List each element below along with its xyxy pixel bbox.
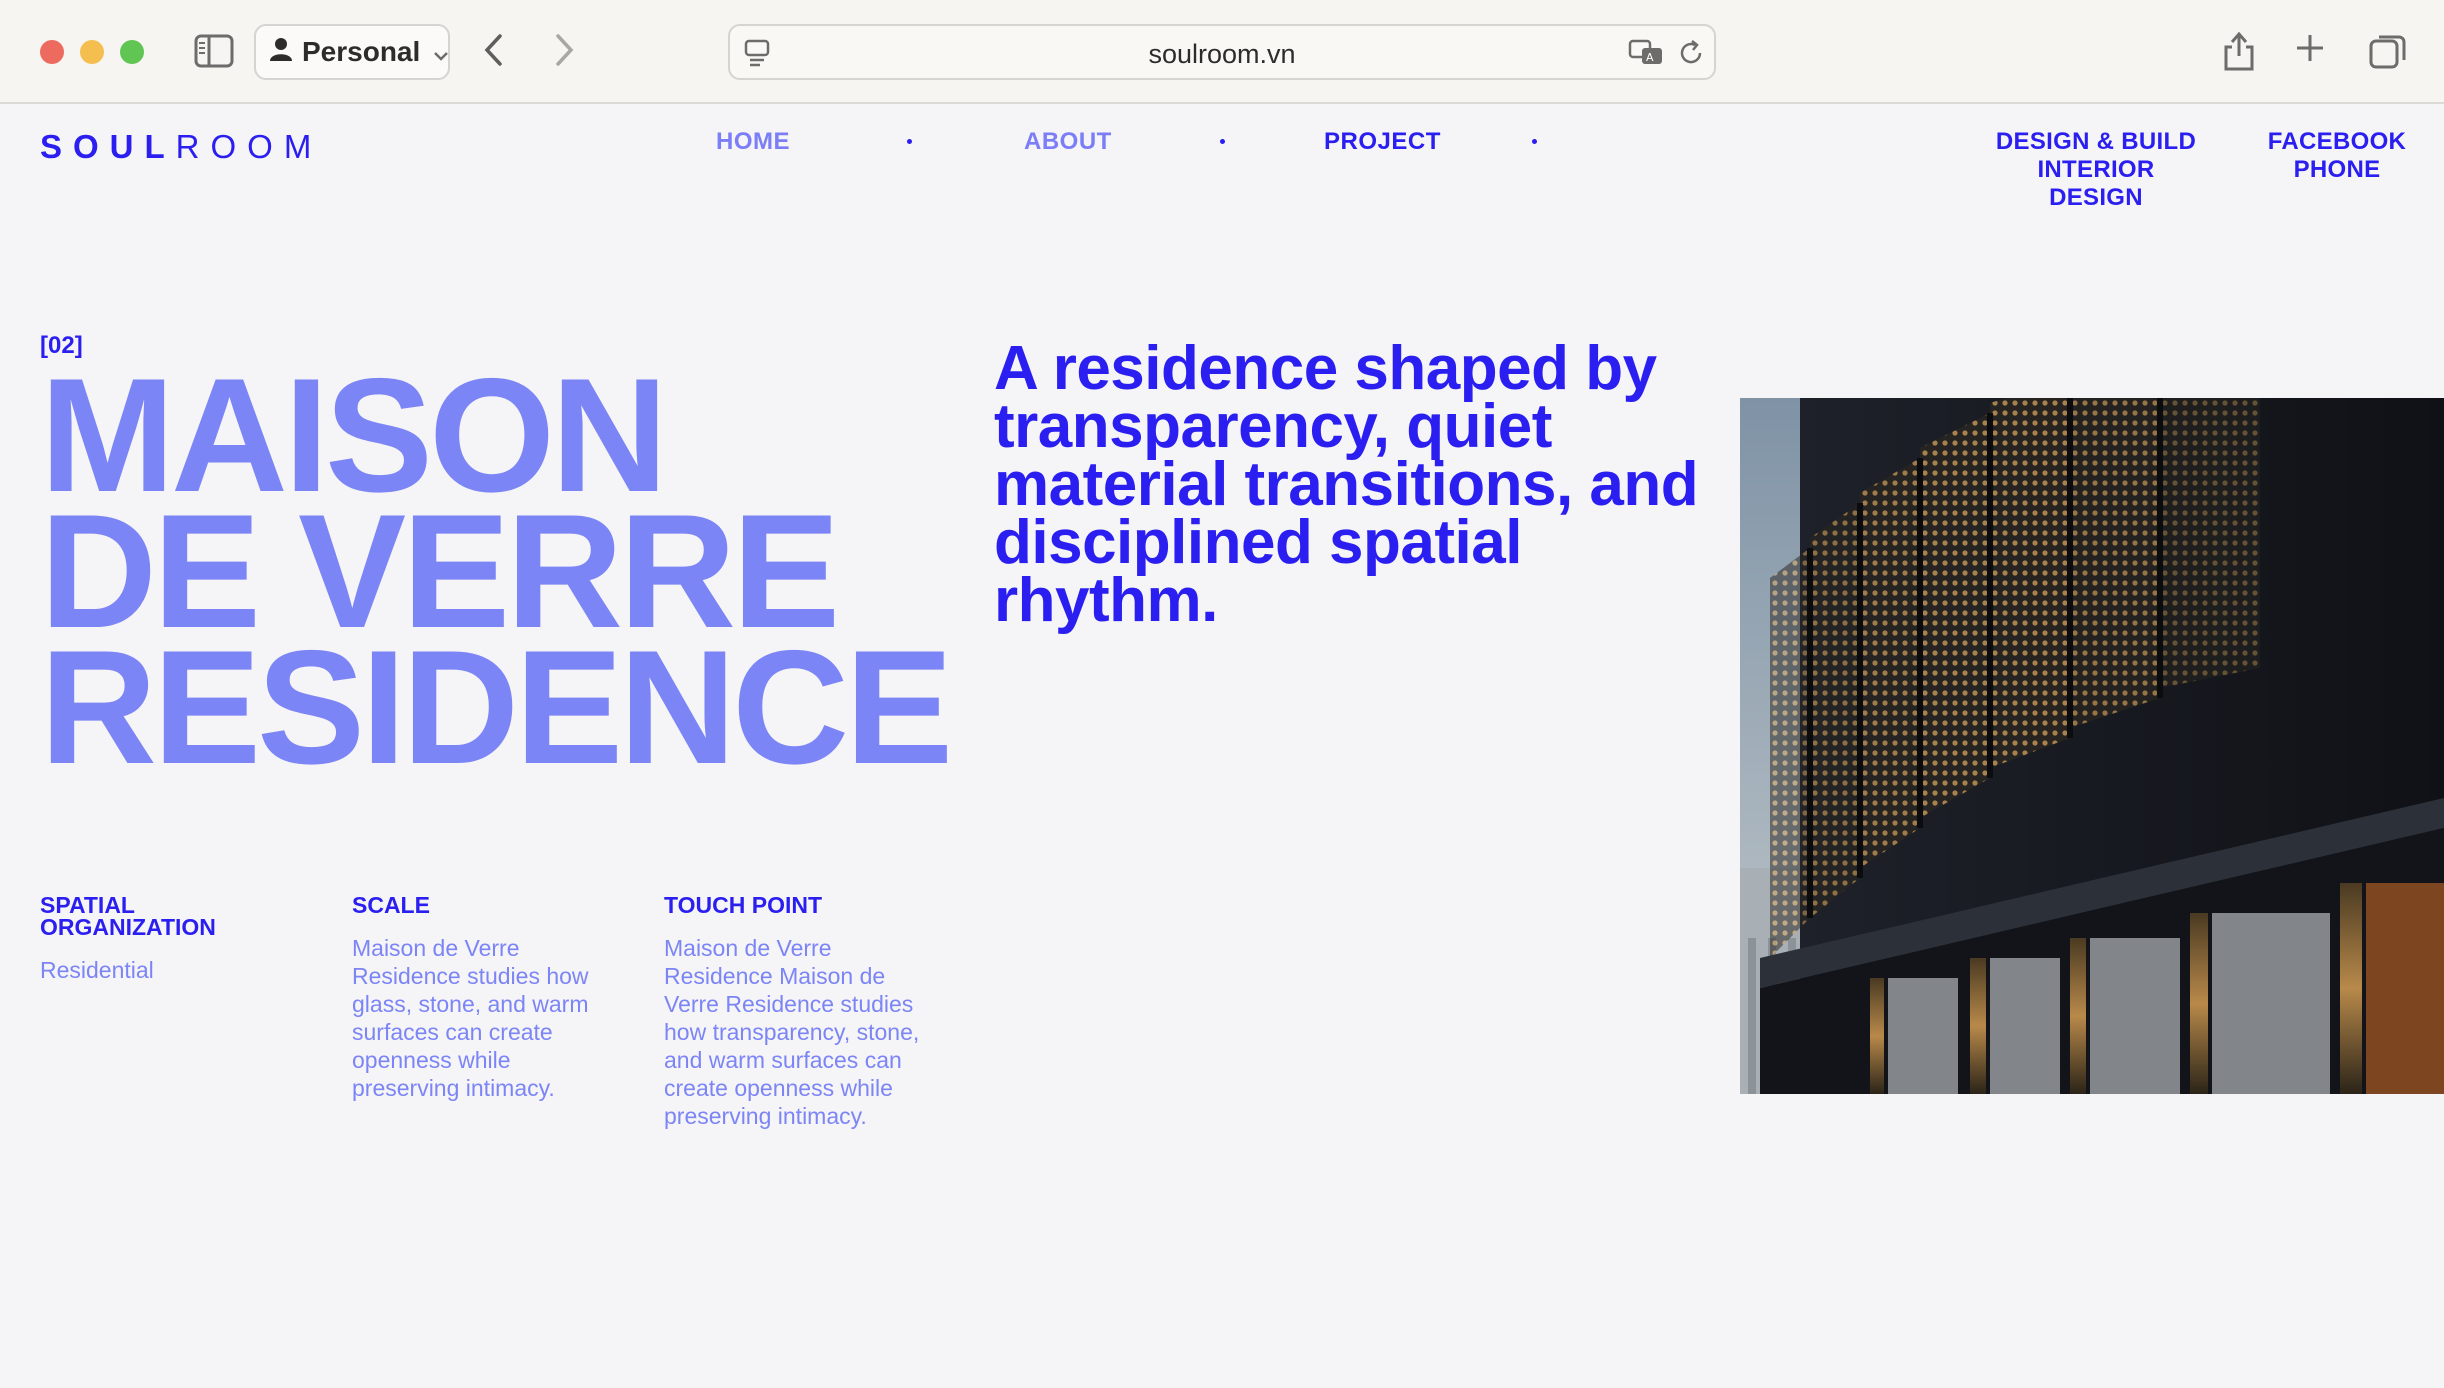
services-links: DESIGN & BUILD INTERIOR DESIGN: [1990, 128, 2202, 212]
logo-light-part: ROOM: [175, 128, 323, 165]
project-title-line: RESIDENCE: [40, 617, 953, 798]
minimize-window-button[interactable]: [80, 40, 104, 64]
info-heading: SCALE: [352, 892, 430, 918]
info-heading: SPATIAL ORGANIZATION: [40, 892, 216, 940]
info-body: Residential: [40, 957, 154, 983]
project-title: MAISON DE VERRE RESIDENCE: [40, 355, 1000, 798]
link-interior-design[interactable]: INTERIOR DESIGN: [1990, 156, 2202, 212]
address-bar[interactable]: soulroom.vn A: [728, 24, 1716, 80]
nav-separator-dot: [907, 139, 912, 144]
profile-switcher[interactable]: Personal: [254, 24, 450, 80]
nav-home[interactable]: HOME: [716, 128, 790, 156]
reload-icon[interactable]: [1676, 38, 1706, 73]
nav-separator-dot: [1220, 139, 1225, 144]
share-icon[interactable]: [2222, 28, 2256, 77]
person-icon: [270, 36, 292, 68]
info-body: Maison de Verre Residence Maison de Verr…: [664, 935, 920, 1129]
nav-about[interactable]: ABOUT: [1024, 128, 1112, 156]
project-tagline: A residence shaped by transparency, quie…: [994, 334, 1699, 635]
link-facebook[interactable]: FACEBOOK: [2262, 128, 2412, 156]
logo-bold-part: SOUL: [40, 128, 176, 165]
translate-icon[interactable]: A: [1628, 38, 1666, 73]
new-tab-icon[interactable]: [2294, 32, 2326, 69]
info-heading: TOUCH POINT: [664, 892, 823, 918]
forward-arrow-icon[interactable]: [552, 32, 576, 73]
info-scale: SCALE Maison de Verre Residence studies …: [352, 894, 622, 1102]
profile-label: Personal: [302, 36, 421, 67]
svg-text:A: A: [1646, 51, 1654, 64]
building-facade-illustration: [1740, 398, 2444, 1094]
tab-overview-icon[interactable]: [2368, 32, 2408, 75]
site-logo[interactable]: SOULROOM: [40, 128, 322, 166]
close-window-button[interactable]: [40, 40, 64, 64]
zoom-window-button[interactable]: [120, 40, 144, 64]
nav-separator-dot: [1532, 139, 1537, 144]
link-design-build[interactable]: DESIGN & BUILD: [1990, 128, 2202, 156]
chevron-down-icon: [434, 36, 449, 68]
info-spatial-organization: SPATIAL ORGANIZATION Residential: [40, 894, 300, 984]
browser-toolbar: Personal soulroom.vn A: [0, 0, 2444, 104]
project-photo: [1740, 398, 2444, 1094]
link-phone[interactable]: PHONE: [2262, 156, 2412, 184]
nav-project[interactable]: PROJECT: [1324, 128, 1441, 156]
url-text: soulroom.vn: [1148, 39, 1296, 69]
info-touch-point: TOUCH POINT Maison de Verre Residence Ma…: [664, 894, 944, 1130]
sidebar-toggle-icon[interactable]: [194, 34, 234, 73]
contact-links: FACEBOOK PHONE: [2262, 128, 2412, 184]
back-arrow-icon[interactable]: [482, 32, 506, 73]
info-body: Maison de Verre Residence studies how gl…: [352, 935, 589, 1101]
